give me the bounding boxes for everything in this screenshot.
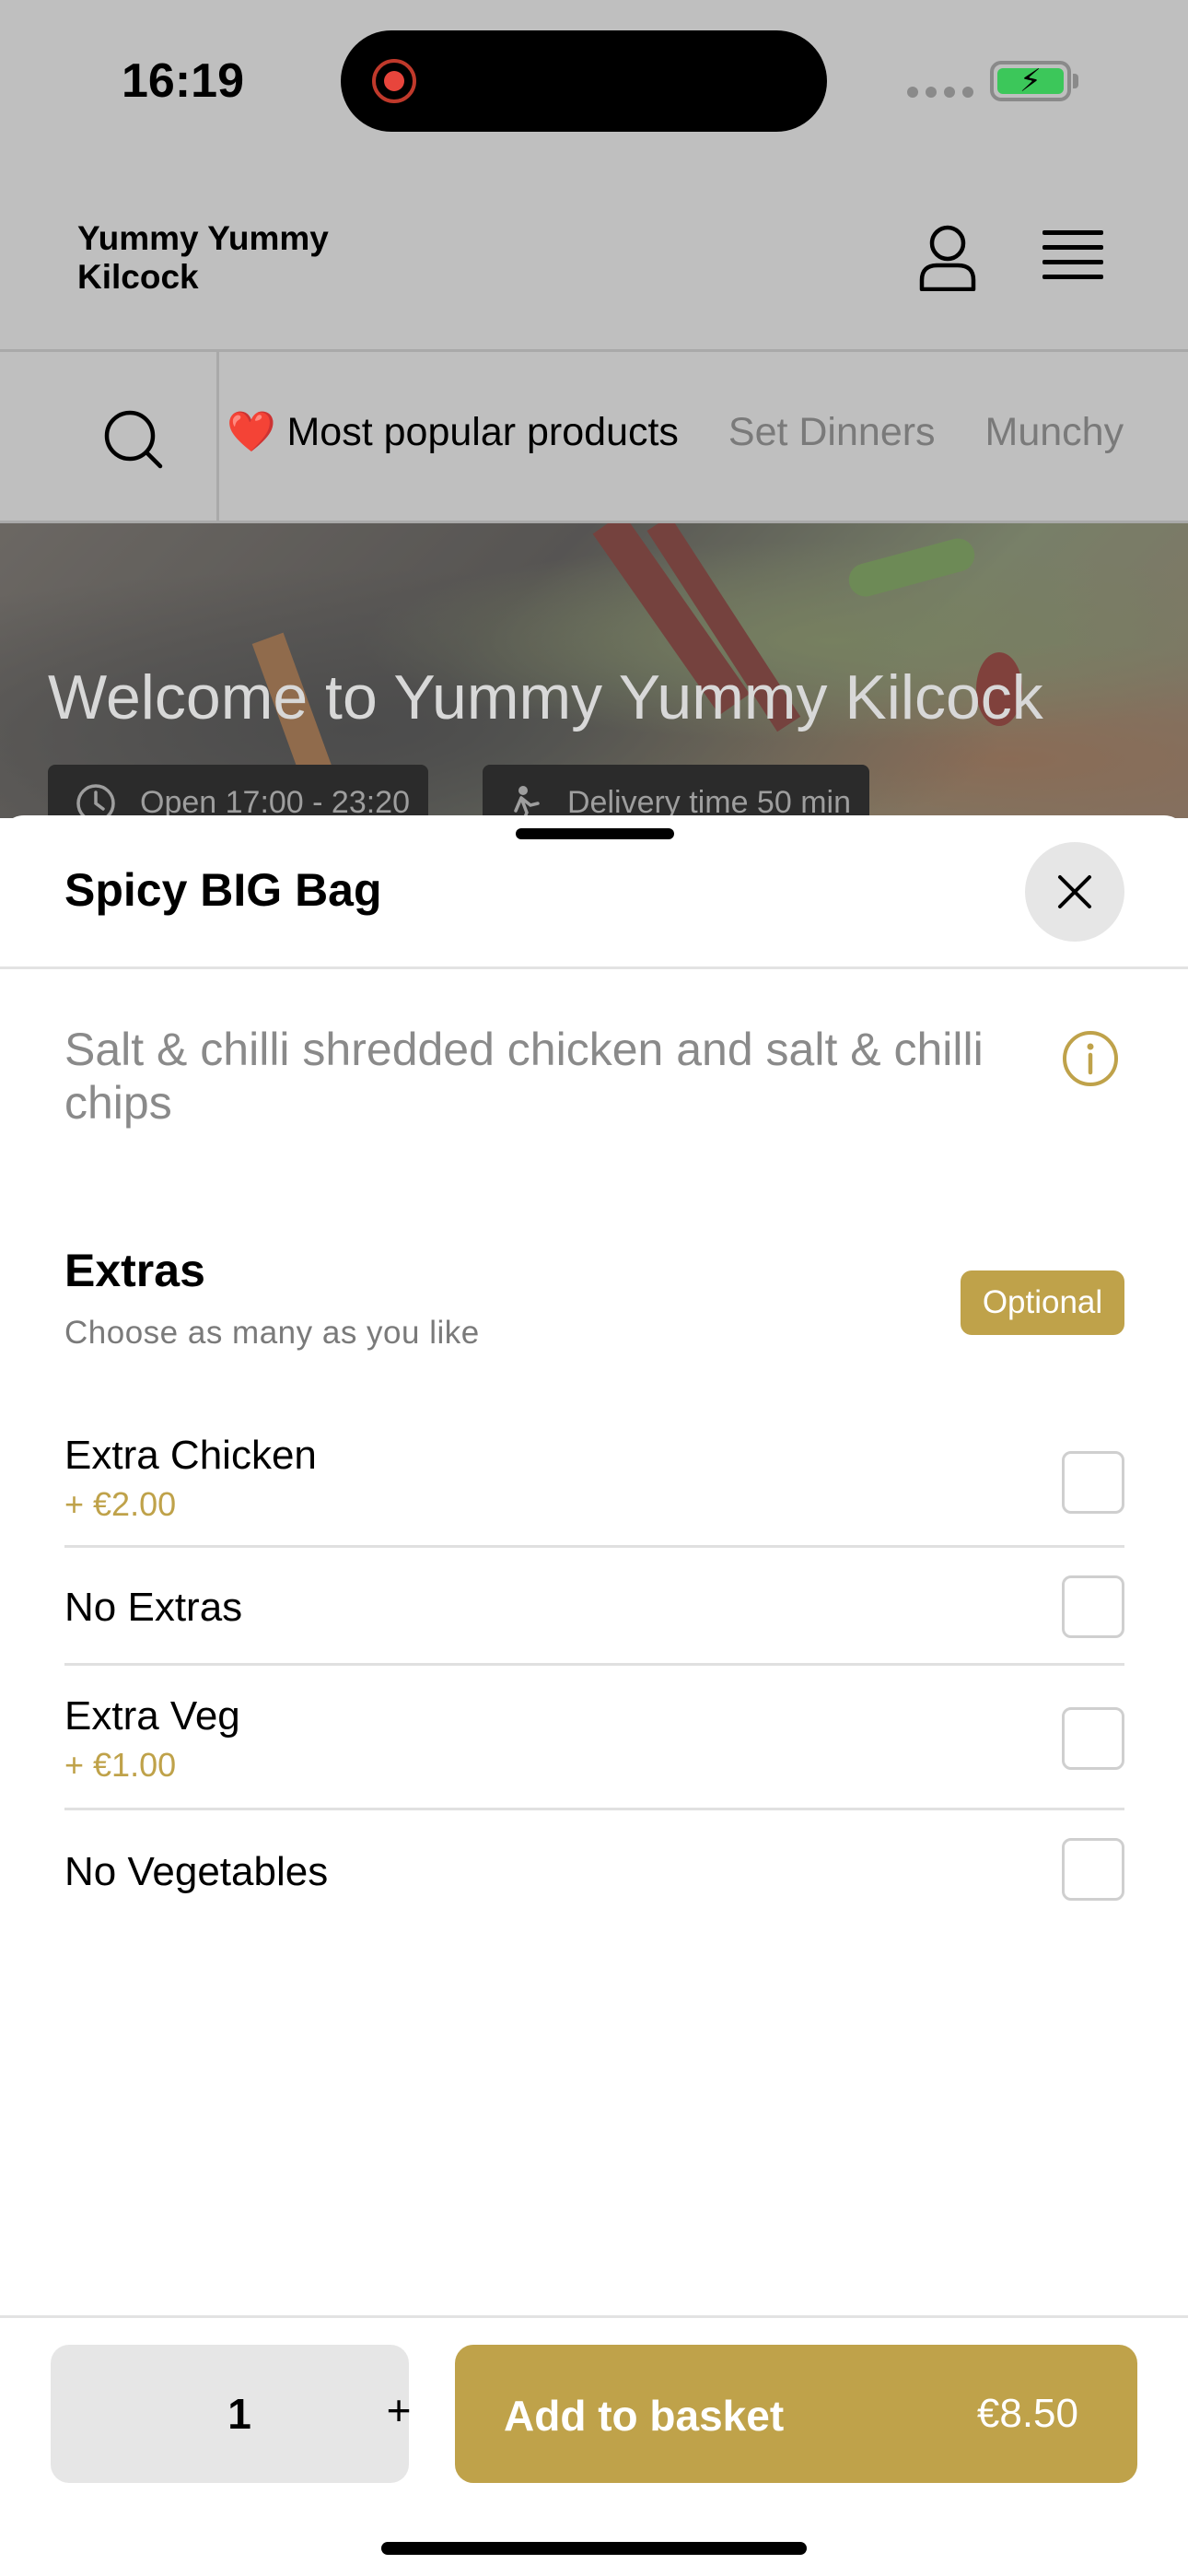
- option-price: + €2.00: [64, 1485, 177, 1523]
- status-bar: 16:19 ⚡: [0, 0, 1188, 175]
- delivery-icon: [514, 786, 540, 818]
- search-icon: [104, 410, 163, 469]
- option-checkbox[interactable]: [1062, 1838, 1124, 1901]
- option-name: No Extras: [64, 1585, 243, 1630]
- close-button[interactable]: [1025, 842, 1124, 942]
- add-to-basket-button[interactable]: Add to basket €8.50: [455, 2345, 1137, 2483]
- basket-total: €8.50: [976, 2391, 1078, 2436]
- option-price: + €1.00: [64, 1746, 177, 1784]
- hero-title: Welcome to Yummy Yummy Kilcock: [48, 662, 1043, 732]
- option-extra-chicken[interactable]: Extra Chicken + €2.00: [64, 1405, 1124, 1548]
- sheet-grabber[interactable]: [516, 828, 674, 839]
- tab-most-popular[interactable]: ❤️ Most popular products: [227, 409, 679, 455]
- quantity-value: 1: [227, 2390, 251, 2438]
- product-description: Salt & chilli shredded chicken and salt …: [64, 1024, 984, 1129]
- clock-icon: [76, 784, 115, 818]
- hamburger-menu-icon[interactable]: [1042, 230, 1103, 282]
- restaurant-name: Yummy Yummy Kilcock: [77, 219, 329, 296]
- option-name: Extra Veg: [64, 1693, 240, 1739]
- tab-set-dinners[interactable]: Set Dinners: [728, 410, 936, 455]
- add-to-basket-label: Add to basket: [504, 2392, 785, 2440]
- opening-hours-badge: Open 17:00 - 23:20: [48, 765, 429, 818]
- category-tabs: ❤️ Most popular products Set Dinners Mun…: [227, 409, 1162, 455]
- product-sheet: Spicy BIG Bag Salt & chilli shredded chi…: [0, 815, 1188, 2576]
- optional-badge: Optional: [961, 1270, 1124, 1335]
- option-extra-veg[interactable]: Extra Veg + €1.00: [64, 1666, 1124, 1810]
- option-no-vegetables[interactable]: No Vegetables: [64, 1810, 1124, 1928]
- close-icon: [1058, 875, 1091, 908]
- divider: [0, 966, 1188, 969]
- option-checkbox[interactable]: [1062, 1451, 1124, 1514]
- extras-title: Extras: [64, 1245, 205, 1296]
- info-icon[interactable]: [1062, 1030, 1119, 1087]
- delivery-time-text: Delivery time 50 min: [567, 785, 851, 818]
- tab-munchy[interactable]: Munchy: [985, 410, 1124, 455]
- quantity-stepper: 1 +: [51, 2345, 411, 2483]
- status-time: 16:19: [122, 54, 244, 108]
- footer-divider: [0, 2315, 1188, 2318]
- option-no-extras[interactable]: No Extras: [64, 1548, 1124, 1666]
- option-checkbox[interactable]: [1062, 1707, 1124, 1770]
- recording-indicator-icon: [372, 59, 416, 103]
- opening-hours-text: Open 17:00 - 23:20: [140, 785, 411, 818]
- option-checkbox[interactable]: [1062, 1575, 1124, 1638]
- app-header: Yummy Yummy Kilcock: [0, 175, 1188, 352]
- product-title: Spicy BIG Bag: [64, 864, 382, 916]
- option-name: No Vegetables: [64, 1849, 329, 1894]
- dynamic-island: [341, 30, 827, 132]
- category-bar: ❤️ Most popular products Set Dinners Mun…: [0, 352, 1188, 523]
- battery-icon: ⚡: [990, 61, 1078, 101]
- delivery-time-badge: Delivery time 50 min: [483, 765, 869, 818]
- option-name: Extra Chicken: [64, 1433, 317, 1478]
- hero-banner: Welcome to Yummy Yummy Kilcock Open 17:0…: [0, 523, 1188, 818]
- extras-subtitle: Choose as many as you like: [64, 1315, 480, 1351]
- signal-icon: [907, 87, 973, 98]
- category-search-button[interactable]: [0, 352, 219, 521]
- home-indicator[interactable]: [381, 2542, 807, 2555]
- increase-quantity-button[interactable]: +: [371, 2385, 426, 2435]
- account-icon[interactable]: [917, 223, 978, 291]
